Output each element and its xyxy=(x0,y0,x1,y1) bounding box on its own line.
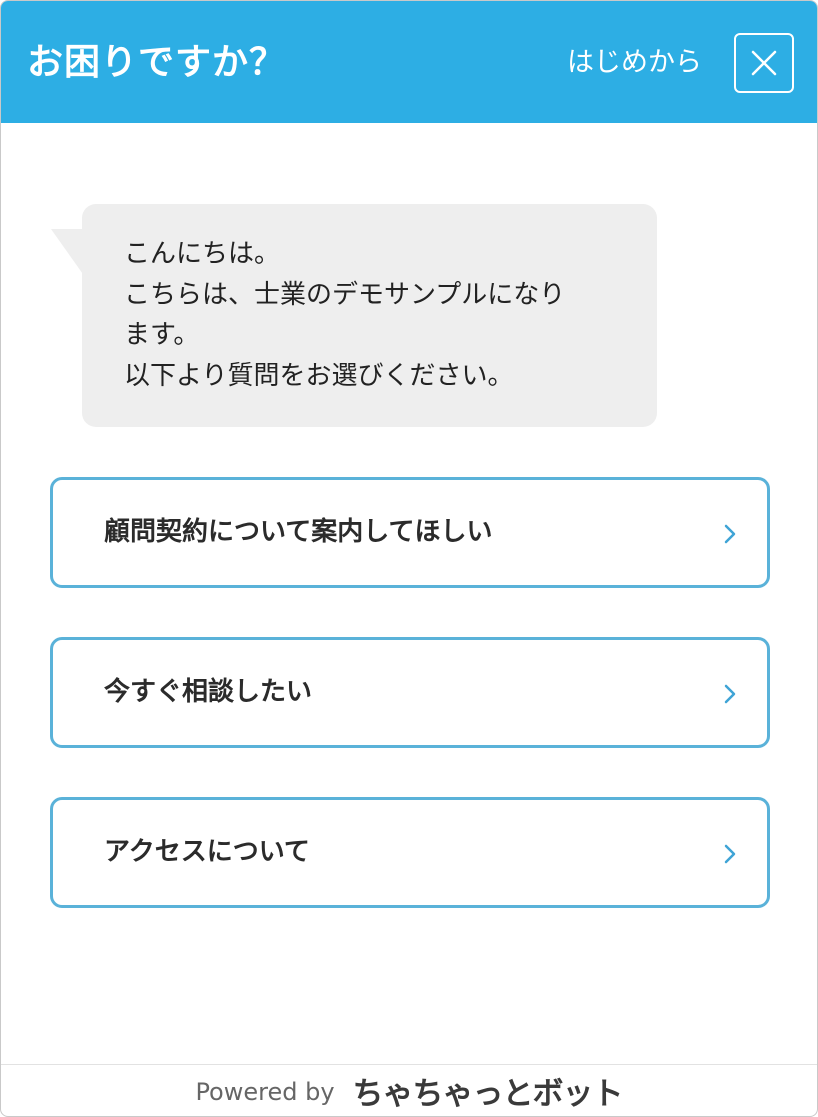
message-line: こんにちは。 xyxy=(124,239,281,269)
option-consult-now[interactable]: 今すぐ相談したい xyxy=(50,637,770,748)
message-line: ます。 xyxy=(124,320,200,350)
message-line: こちらは、士業のデモサンプルになり xyxy=(124,279,566,310)
header-title: お困りですか？ xyxy=(27,42,287,83)
chevron-right-icon xyxy=(724,524,736,544)
message-bubble: こんにちは。 こちらは、士業のデモサンプルになり ます。 以下より質問をお選びく… xyxy=(82,204,657,427)
message-line: 以下より質問をお選びください。 xyxy=(124,360,514,391)
powered-by-text: Powered by xyxy=(195,1077,335,1106)
bubble-tail xyxy=(51,229,85,277)
option-access[interactable]: アクセスについて xyxy=(50,797,770,908)
chevron-right-icon xyxy=(724,844,736,864)
option-label: アクセスについて xyxy=(104,837,310,867)
option-label: 顧問契約について案内してほしい xyxy=(104,517,493,547)
close-button[interactable] xyxy=(734,33,794,93)
option-label: 今すぐ相談したい xyxy=(104,677,313,707)
chat-widget: お困りですか？ はじめから こんにちは。 こちらは、士業のデモサンプルになり ま… xyxy=(0,0,818,1117)
close-icon xyxy=(751,50,777,76)
footer: Powered by ちゃちゃっとボット xyxy=(1,1065,817,1116)
option-advisory-contract[interactable]: 顧問契約について案内してほしい xyxy=(50,477,770,588)
brand-logo[interactable]: ちゃちゃっとボット xyxy=(353,1068,624,1113)
chevron-right-icon xyxy=(724,684,736,704)
restart-button[interactable]: はじめから xyxy=(567,45,702,81)
chat-header: お困りですか？ はじめから xyxy=(1,1,817,123)
